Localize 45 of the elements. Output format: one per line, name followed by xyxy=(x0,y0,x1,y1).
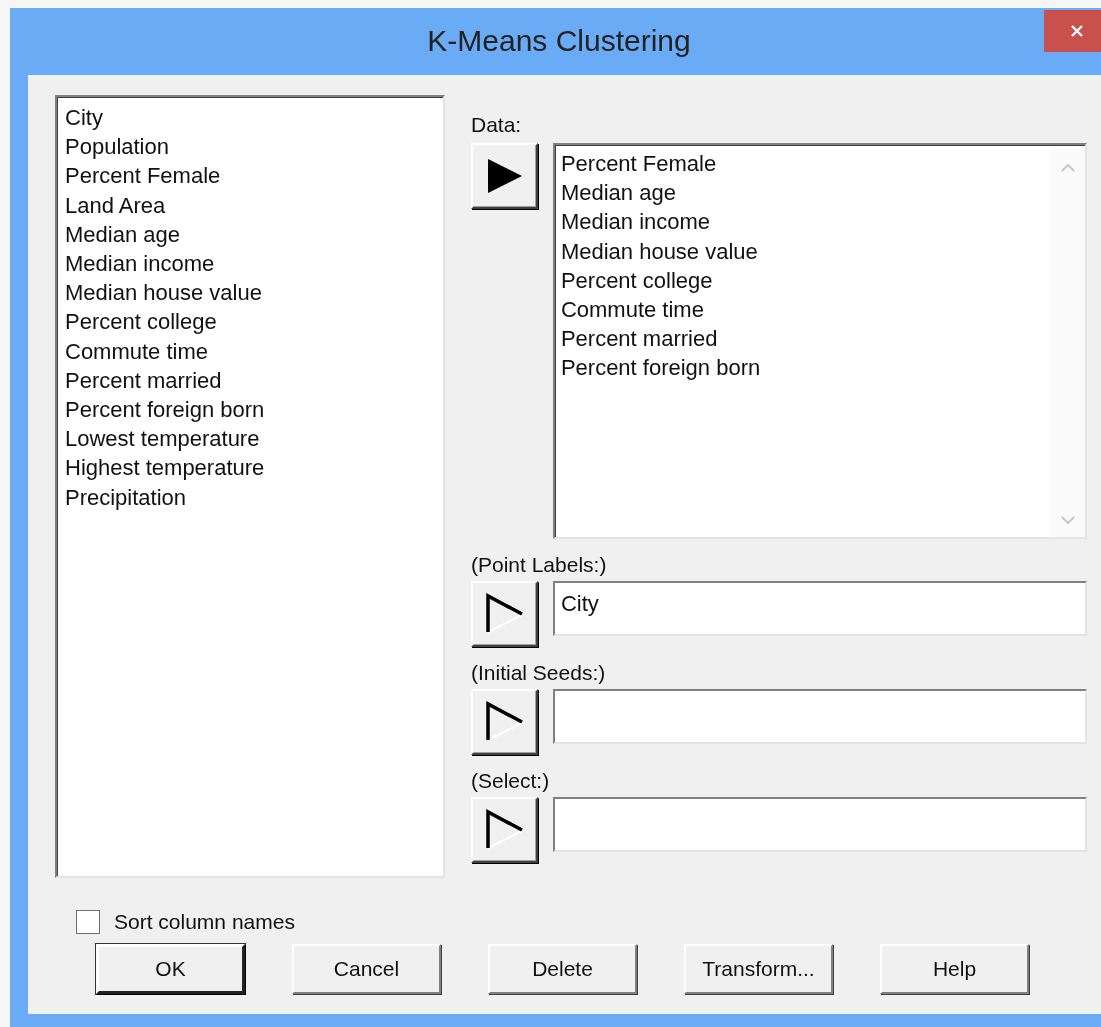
data-list[interactable]: Percent Female Median age Median income Median house value Percent college Commute time Percent married Percent foreign born xyxy=(552,143,1087,539)
list-item[interactable]: Median income xyxy=(560,207,1051,237)
list-item[interactable]: Lowest temperature xyxy=(65,424,435,454)
add-button[interactable] xyxy=(471,689,538,755)
list-item[interactable]: Percent Female xyxy=(560,149,1051,179)
list-item[interactable]: Commute time xyxy=(560,295,1051,325)
dialog-button[interactable]: Cancel xyxy=(292,944,441,994)
checkbox[interactable] xyxy=(76,910,100,934)
list-item[interactable]: Percent college xyxy=(65,307,435,337)
list-item[interactable]: Median age xyxy=(65,219,435,249)
field-label: (Point Labels:) xyxy=(471,553,608,577)
dialog-button[interactable]: Delete xyxy=(488,944,637,994)
list-item[interactable]: Percent foreign born xyxy=(560,353,1051,383)
list-item[interactable]: Percent Female xyxy=(65,161,435,191)
list-item[interactable]: Median age xyxy=(560,178,1051,208)
list-item[interactable]: Median house value xyxy=(560,236,1051,266)
list-item[interactable]: Median income xyxy=(65,249,435,279)
list-item[interactable]: Percent married xyxy=(65,365,435,396)
close-button[interactable] xyxy=(1044,10,1101,52)
list-item[interactable]: Land Area xyxy=(65,190,435,220)
add-button[interactable] xyxy=(471,581,538,647)
dialog-button[interactable]: Help xyxy=(880,944,1029,994)
list-item[interactable]: Median house value xyxy=(65,278,435,308)
input-field[interactable]: City xyxy=(552,581,1087,636)
column-list[interactable] xyxy=(55,95,445,878)
list-item[interactable]: Precipitation xyxy=(65,482,435,512)
dialog-button[interactable]: Transform... xyxy=(684,944,833,994)
list-item[interactable]: Percent married xyxy=(560,324,1051,354)
input-field[interactable] xyxy=(552,689,1087,744)
window-title: K-Means Clustering xyxy=(427,23,691,58)
add-button[interactable] xyxy=(471,143,538,209)
list-item[interactable]: Highest temperature xyxy=(65,453,435,483)
list-item[interactable]: Commute time xyxy=(65,336,435,366)
input-field[interactable] xyxy=(552,797,1087,852)
list-item[interactable]: City xyxy=(65,103,435,133)
close-icon xyxy=(1069,23,1085,39)
field-label: (Initial Seeds:) xyxy=(471,661,607,685)
list-item[interactable]: Percent foreign born xyxy=(65,395,435,425)
field-label: (Select:) xyxy=(471,769,551,793)
add-button[interactable] xyxy=(471,797,538,863)
field-label: Data: xyxy=(471,113,523,137)
list-item[interactable]: Percent college xyxy=(560,265,1051,295)
checkbox-label: Sort column names xyxy=(114,910,295,934)
list-item[interactable]: Population xyxy=(65,132,435,162)
dialog-button[interactable]: OK xyxy=(96,944,245,994)
